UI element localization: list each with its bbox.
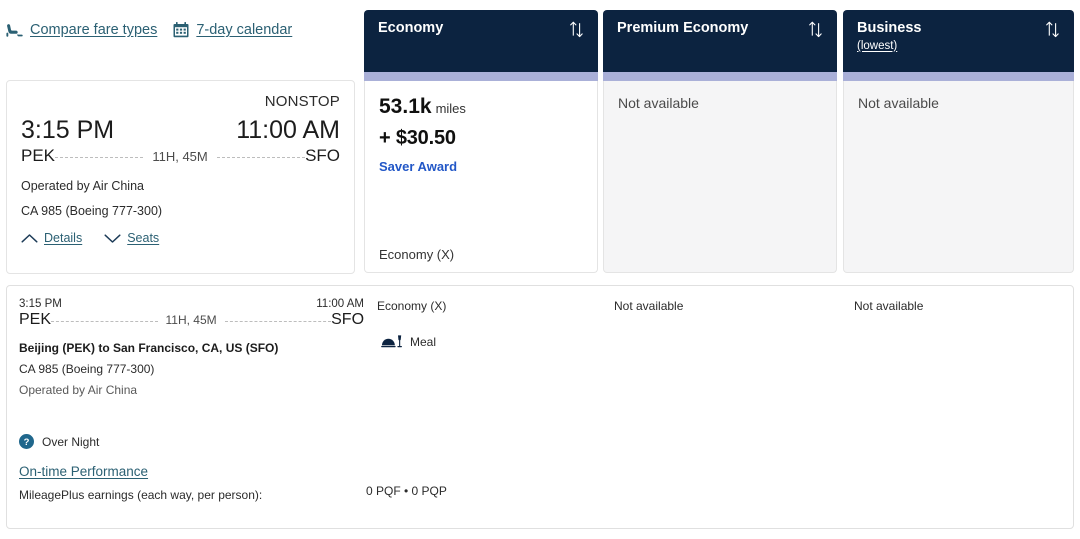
- seats-label: Seats: [127, 231, 160, 245]
- accent-bar-business: [843, 72, 1074, 81]
- details-route-line-left: [51, 320, 158, 322]
- details-business-unavailable: Not available: [854, 299, 924, 313]
- origin-code: PEK: [21, 146, 56, 165]
- seat-icon: [6, 23, 23, 38]
- sort-updown-icon[interactable]: [808, 21, 823, 43]
- details-segment: 3:15 PM 11:00 AM PEK 11H, 45M SFO Beijin…: [19, 298, 364, 397]
- details-arrive-time: 11:00 AM: [316, 298, 364, 310]
- details-pq-values: 0 PQF • 0 PQP: [366, 484, 447, 498]
- seats-toggle[interactable]: Seats: [104, 231, 159, 245]
- chevron-up-icon: [21, 233, 38, 244]
- details-duration: 11H, 45M: [165, 313, 217, 327]
- calendar-icon: [173, 22, 189, 38]
- details-label: Details: [44, 231, 83, 245]
- details-depart-time: 3:15 PM: [19, 298, 62, 310]
- overnight-notice: ? Over Night: [19, 434, 99, 449]
- fare-header-premium-economy[interactable]: Premium Economy: [603, 10, 837, 72]
- details-cabin-code: Economy (X): [377, 299, 447, 313]
- flight-route: PEK 11H, 45M SFO: [21, 146, 340, 166]
- flight-summary-card: NONSTOP 3:15 PM 11:00 AM PEK 11H, 45M SF…: [6, 80, 355, 274]
- economy-award-type: Saver Award: [379, 159, 458, 175]
- question-circle-icon[interactable]: ?: [19, 434, 34, 449]
- meal-icon: [381, 335, 403, 349]
- details-route-line-right: [224, 320, 332, 322]
- details-operated-by: Operated by Air China: [19, 383, 138, 397]
- details-meal: Meal: [381, 335, 436, 349]
- economy-cash: + $30.50: [379, 127, 456, 150]
- fare-header-premium-economy-label: Premium Economy: [617, 20, 749, 36]
- fare-column-business: Business (lowest) Not available: [843, 10, 1074, 273]
- economy-miles-value: 53.1k: [379, 95, 432, 118]
- details-premium-economy-unavailable: Not available: [614, 299, 684, 313]
- compare-fare-types-label: Compare fare types: [30, 22, 158, 38]
- fare-header-business-sublabel[interactable]: (lowest): [857, 40, 921, 52]
- fare-cell-premium-economy: Not available: [603, 81, 837, 273]
- route-line-right: [216, 156, 306, 158]
- stops-label: NONSTOP: [264, 93, 340, 110]
- fare-cell-business: Not available: [843, 81, 1074, 273]
- flight-duration: 11H, 45M: [152, 148, 208, 164]
- ontime-performance-link[interactable]: On-time Performance: [19, 464, 148, 479]
- details-toggle[interactable]: Details: [21, 231, 82, 245]
- overnight-label: Over Night: [42, 434, 100, 449]
- flight-number: CA 985 (Boeing 777-300): [21, 204, 163, 218]
- flight-times: 3:15 PM 11:00 AM: [21, 116, 340, 145]
- operated-by: Operated by Air China: [21, 179, 144, 193]
- seven-day-calendar-link[interactable]: 7-day calendar: [173, 22, 292, 38]
- details-route: PEK 11H, 45M SFO: [19, 311, 364, 329]
- utility-links: Compare fare types 7-day calendar: [0, 0, 360, 60]
- destination-code: SFO: [305, 146, 341, 165]
- accent-bar-premium-economy: [603, 72, 837, 81]
- fare-cell-economy[interactable]: 53.1k miles + $30.50 Saver Award Economy …: [364, 81, 598, 273]
- fare-header-economy-label: Economy: [378, 20, 444, 36]
- fare-header-economy[interactable]: Economy: [364, 10, 598, 72]
- fare-column-premium-economy: Premium Economy Not available: [603, 10, 837, 273]
- business-unavailable: Not available: [858, 95, 939, 111]
- depart-time: 3:15 PM: [21, 116, 115, 144]
- details-destination-code: SFO: [331, 311, 365, 328]
- fare-column-economy: Economy 53.1k miles + $30.50 Saver Award …: [364, 10, 598, 273]
- premium-economy-unavailable: Not available: [618, 95, 699, 111]
- details-times: 3:15 PM 11:00 AM: [19, 298, 364, 310]
- sort-updown-icon[interactable]: [1045, 21, 1060, 43]
- economy-miles: 53.1k miles: [379, 95, 583, 118]
- sort-updown-icon[interactable]: [569, 21, 584, 43]
- economy-cabin-code: Economy (X): [379, 247, 455, 262]
- fare-header-business-label: Business: [857, 20, 922, 36]
- arrive-time: 11:00 AM: [236, 116, 340, 144]
- flight-results-page: Compare fare types 7-day calendar Econom…: [0, 0, 1080, 539]
- route-line-left: [55, 156, 144, 158]
- mileageplus-earnings-label: MileagePlus earnings (each way, per pers…: [19, 488, 263, 502]
- seven-day-calendar-label: 7-day calendar: [196, 22, 293, 38]
- details-flight-number: CA 985 (Boeing 777-300): [19, 362, 155, 376]
- accent-bar-economy: [364, 72, 598, 81]
- details-origin-code: PEK: [19, 311, 52, 328]
- chevron-down-icon: [104, 233, 121, 244]
- fare-header-business[interactable]: Business (lowest): [843, 10, 1074, 72]
- flight-details-panel: 3:15 PM 11:00 AM PEK 11H, 45M SFO Beijin…: [6, 285, 1074, 529]
- flight-card-actions: Details Seats: [21, 231, 340, 245]
- details-city-pair: Beijing (PEK) to San Francisco, CA, US (…: [19, 341, 279, 355]
- economy-miles-unit: miles: [435, 101, 466, 116]
- svg-text:?: ?: [24, 437, 30, 448]
- compare-fare-types-link[interactable]: Compare fare types: [6, 22, 157, 38]
- details-meal-label: Meal: [410, 335, 437, 349]
